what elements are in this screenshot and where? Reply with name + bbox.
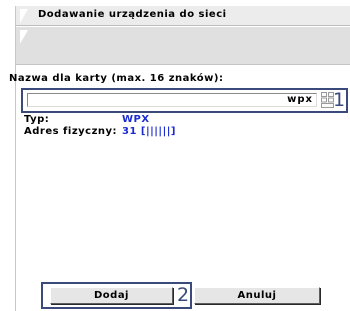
annotation-number-2: 2 [177,284,190,306]
dialog-title: Dodawanie urządzenia do sieci [38,9,227,20]
address-value: 31 [||||||] [122,126,176,137]
type-value: WPX [122,114,150,125]
name-label: Nazwa dla karty (max. 16 znaków): [9,73,224,84]
annotation-number-1: 1 [333,89,346,111]
add-button[interactable]: Dodaj [50,287,173,304]
cancel-button[interactable]: Anuluj [194,287,320,304]
card-name-input[interactable]: wpx [27,93,317,107]
titlebar-corner [20,9,28,23]
type-label: Typ: [24,114,50,125]
dialog-window: Dodawanie urządzenia do sieci [15,6,350,311]
dialog-titlebar: Dodawanie urządzenia do sieci [16,6,350,26]
subheader-corner [20,30,28,44]
dialog-subheader [16,27,350,65]
address-label: Adres fizyczny: [24,126,118,137]
keyboard-icon[interactable] [321,92,334,108]
